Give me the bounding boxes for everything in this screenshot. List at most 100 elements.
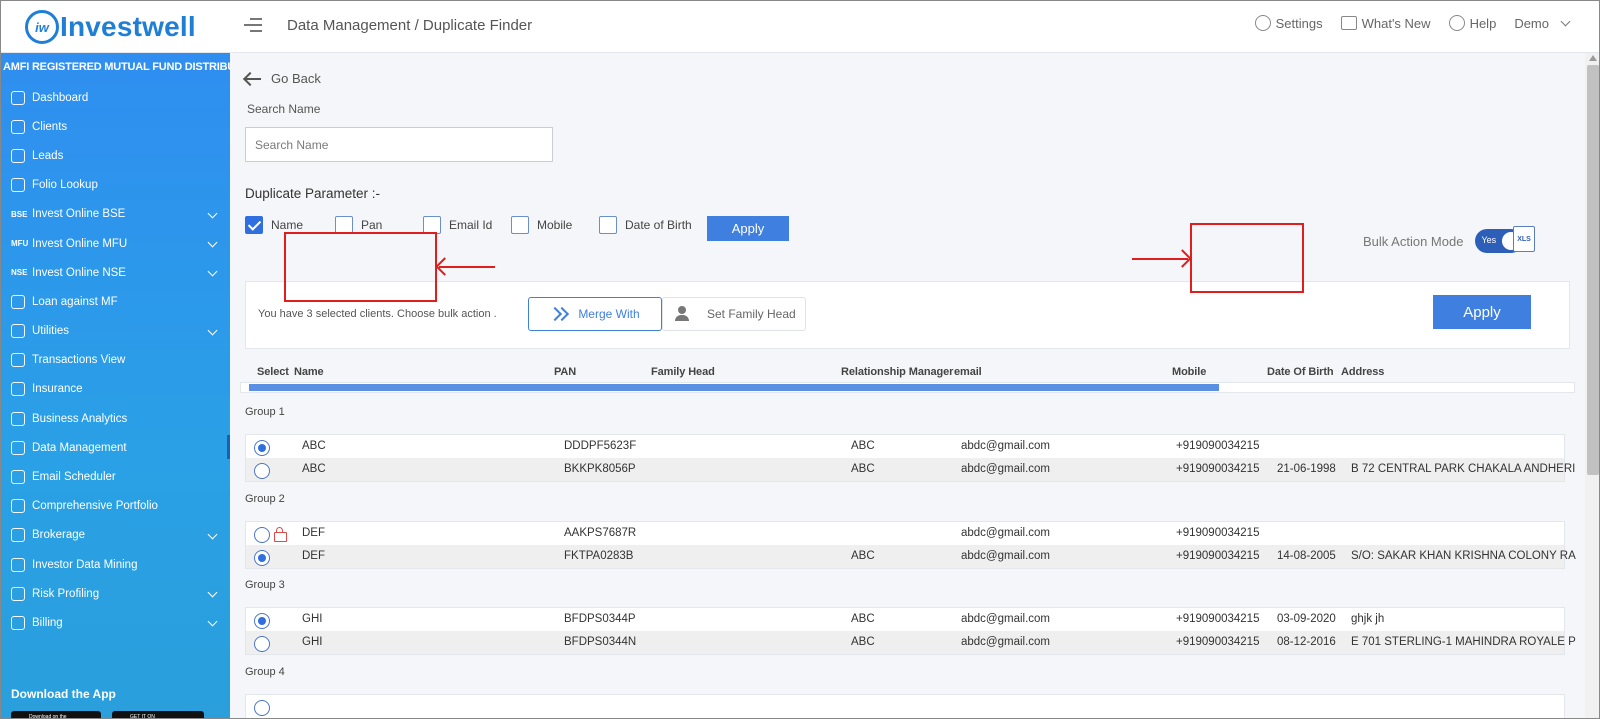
- sidebar-item-email-scheduler[interactable]: Email Scheduler: [1, 462, 230, 491]
- column-header-family-head[interactable]: Family Head: [651, 366, 715, 378]
- group-label: Group 2: [245, 493, 285, 505]
- sidebar-item-label: Comprehensive Portfolio: [32, 500, 158, 513]
- sidebar-item-transactions-view[interactable]: Transactions View: [1, 346, 230, 375]
- column-header-date-of-birth[interactable]: Date Of Birth: [1267, 366, 1334, 378]
- param-mobile[interactable]: Mobile: [511, 216, 599, 234]
- rupee-icon: [11, 178, 25, 193]
- table-row[interactable]: ABC DDDPF5623F ABC abdc@gmail.com +919090034…: [246, 435, 1564, 458]
- annotation-box-apply: [1190, 223, 1304, 293]
- arrow-left-icon: [245, 77, 261, 80]
- table-row[interactable]: [246, 695, 1564, 718]
- breadcrumb: Data Management / Duplicate Finder: [287, 17, 533, 34]
- whats-new-link[interactable]: What's New: [1340, 16, 1431, 31]
- logo-mark-icon: iw: [25, 10, 59, 44]
- pan-cell: DDDPF5623F: [564, 440, 637, 452]
- sidebar-item-utilities[interactable]: Utilities: [1, 317, 230, 346]
- person-icon: [675, 306, 689, 322]
- select-radio[interactable]: [254, 636, 270, 652]
- sidebar-item-label: Email Scheduler: [32, 471, 116, 484]
- sidebar-item-label: Folio Lookup: [32, 179, 98, 192]
- table-row[interactable]: DEF AAKPS7687R abdc@gmail.com +919090034215: [246, 522, 1564, 545]
- sidebar-item-billing[interactable]: Billing: [1, 608, 230, 637]
- sidebar-nav: Dashboard Clients Leads Folio Lookup BSE Inve…: [1, 83, 230, 638]
- app-store-badge[interactable]: Download on the: [11, 711, 101, 718]
- sidebar-item-invest-online-mfu[interactable]: MFU Invest Online MFU: [1, 229, 230, 258]
- sidebar-item-data-management[interactable]: Data Management: [1, 433, 230, 462]
- search-name-input[interactable]: [245, 127, 553, 162]
- loan-icon: [11, 294, 25, 309]
- table-row[interactable]: DEF FKTPA0283B ABC abdc@gmail.com +919090034…: [246, 545, 1576, 568]
- vertical-scrollbar[interactable]: [1585, 53, 1599, 718]
- date-of-birth-checkbox[interactable]: [599, 216, 617, 234]
- sidebar-item-loan-against-mf[interactable]: Loan against MF: [1, 287, 230, 316]
- user-menu[interactable]: Demo: [1514, 15, 1571, 31]
- scroll-up-icon[interactable]: [1589, 55, 1597, 61]
- mobile-checkbox[interactable]: [511, 216, 529, 234]
- sidebar-item-label: Clients: [32, 120, 68, 133]
- whats-new-icon: [1340, 16, 1357, 30]
- select-radio[interactable]: [254, 463, 270, 479]
- brokerage-icon: [11, 528, 25, 543]
- sidebar-item-insurance[interactable]: Insurance: [1, 375, 230, 404]
- param-date-of-birth[interactable]: Date of Birth: [599, 216, 699, 234]
- sidebar-item-label: Invest Online NSE: [32, 266, 126, 279]
- column-header-pan[interactable]: PAN: [554, 366, 576, 378]
- column-header-select[interactable]: Select: [257, 366, 289, 378]
- sidebar-item-risk-profiling[interactable]: Risk Profiling: [1, 579, 230, 608]
- table-row[interactable]: ABC BKKPK8056P ABC abdc@gmail.com +919090034…: [246, 458, 1575, 481]
- chevron-down-icon: [207, 616, 218, 627]
- column-header-email[interactable]: email: [954, 366, 982, 378]
- select-radio[interactable]: [254, 550, 270, 566]
- help-link[interactable]: Help: [1448, 15, 1496, 31]
- play-store-badge[interactable]: GET IT ON: [112, 711, 204, 718]
- user-name: Demo: [1514, 15, 1549, 31]
- xls-download-icon[interactable]: XLS: [1513, 226, 1535, 252]
- table-row[interactable]: GHI BFDPS0344N ABC abdc@gmail.com +919090034…: [246, 631, 1576, 654]
- sidebar-item-label: Dashboard: [32, 91, 89, 104]
- sidebar-item-dashboard[interactable]: Dashboard: [1, 83, 230, 112]
- name-label: Name: [271, 218, 304, 232]
- mobile-cell: +919090034215: [1176, 613, 1260, 625]
- vertical-scroll-thumb[interactable]: [1587, 65, 1599, 475]
- email-id-label: Email Id: [449, 218, 493, 232]
- sidebar-item-brokerage[interactable]: Brokerage: [1, 521, 230, 550]
- bulk-apply-button[interactable]: Apply: [1433, 295, 1531, 329]
- column-header-address[interactable]: Address: [1341, 366, 1384, 378]
- invest-online-mfu-tag: MFU: [11, 239, 29, 249]
- column-header-relationship-manager[interactable]: Relationship Manager: [841, 366, 953, 378]
- settings-link[interactable]: Settings: [1254, 15, 1323, 31]
- annotation-box-merge: [284, 232, 437, 302]
- investwell-logo[interactable]: iw Investwell: [25, 10, 196, 44]
- table-header: Select Name PAN Family Head Relationship Man…: [240, 356, 1575, 400]
- chevron-down-icon: [207, 266, 218, 277]
- sidebar-item-leads[interactable]: Leads: [1, 141, 230, 170]
- menu-toggle-icon[interactable]: [244, 18, 262, 34]
- merge-with-button[interactable]: Merge With: [528, 297, 662, 331]
- parameter-apply-button[interactable]: Apply: [707, 216, 789, 241]
- sidebar-item-clients[interactable]: Clients: [1, 112, 230, 141]
- column-header-mobile[interactable]: Mobile: [1172, 366, 1206, 378]
- sidebar-item-comprehensive-portfolio[interactable]: Comprehensive Portfolio: [1, 492, 230, 521]
- name-checkbox[interactable]: [245, 216, 263, 234]
- go-back-link[interactable]: Go Back: [245, 71, 321, 86]
- sidebar-item-invest-online-bse[interactable]: BSE Invest Online BSE: [1, 200, 230, 229]
- select-radio[interactable]: [254, 440, 270, 456]
- select-radio[interactable]: [254, 527, 270, 543]
- select-radio[interactable]: [254, 613, 270, 629]
- sidebar-item-invest-online-nse[interactable]: NSE Invest Online NSE: [1, 258, 230, 287]
- annotation-arrow-left: [439, 266, 495, 268]
- analytics-icon: [11, 411, 25, 426]
- horizontal-scroll-thumb[interactable]: [249, 384, 1219, 391]
- sidebar-item-folio-lookup[interactable]: Folio Lookup: [1, 171, 230, 200]
- chevron-down-icon: [207, 587, 218, 598]
- group-label: Group 3: [245, 579, 285, 591]
- sidebar-item-label: Billing: [32, 616, 63, 629]
- horizontal-scrollbar[interactable]: [240, 382, 1575, 393]
- table-row[interactable]: GHI BFDPS0344P ABC abdc@gmail.com +919090034…: [246, 608, 1564, 631]
- sidebar-item-investor-data-mining[interactable]: Investor Data Mining: [1, 550, 230, 579]
- select-radio[interactable]: [254, 700, 270, 716]
- set-family-head-button[interactable]: Set Family Head: [662, 297, 806, 331]
- column-header-name[interactable]: Name: [294, 366, 324, 378]
- chevron-down-icon: [207, 529, 218, 540]
- sidebar-item-business-analytics[interactable]: Business Analytics: [1, 404, 230, 433]
